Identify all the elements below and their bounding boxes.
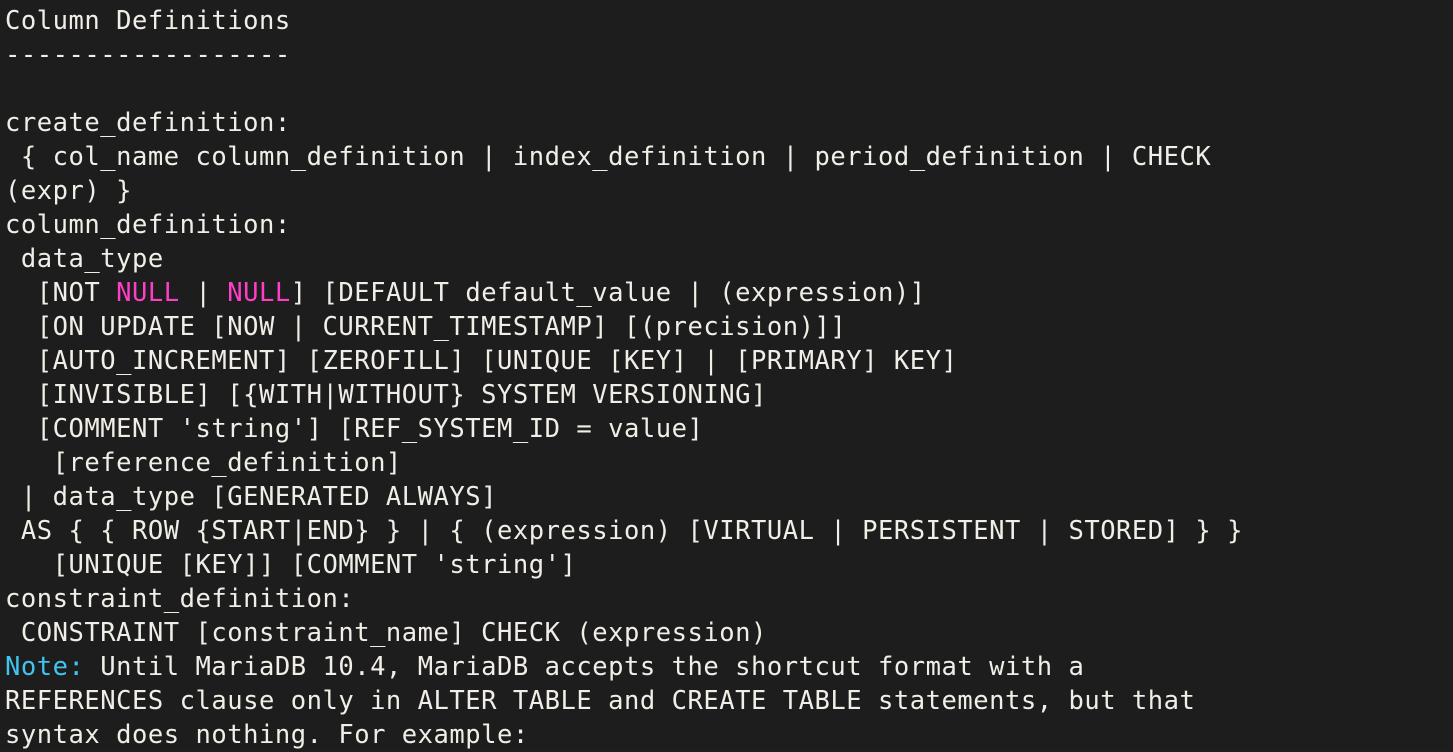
create-definition-body-line-1: { col_name column_definition | index_def…	[5, 142, 1212, 172]
null-clause-prefix: [NOT	[5, 278, 117, 308]
note-colon: :	[68, 652, 85, 682]
note-paragraph-line-2: REFERENCES clause only in ALTER TABLE an…	[5, 686, 1196, 716]
null-clause-separator: |	[179, 278, 228, 308]
column-definition-unique-comment-clause: [UNIQUE [KEY]] [COMMENT 'string']	[5, 550, 577, 580]
column-definition-label: column_definition:	[5, 210, 291, 240]
null-keyword-second: NULL	[227, 278, 291, 308]
section-heading-underline: ------------------	[5, 40, 291, 70]
column-definition-reference-clause: [reference_definition]	[5, 448, 402, 478]
create-definition-body-line-2: (expr) }	[5, 176, 132, 206]
column-definition-as-clause: AS { { ROW {START|END} } | { (expression…	[5, 516, 1244, 546]
note-keyword: Note	[5, 652, 69, 682]
constraint-definition-body: CONSTRAINT [constraint_name] CHECK (expr…	[5, 618, 767, 648]
null-clause-suffix: ] [DEFAULT default_value | (expression)]	[290, 278, 926, 308]
terminal-output-pane[interactable]: Column Definitions ------------------ cr…	[0, 0, 1453, 750]
create-definition-label: create_definition:	[5, 108, 291, 138]
column-definition-invisible-clause: [INVISIBLE] [{WITH|WITHOUT} SYSTEM VERSI…	[5, 380, 767, 410]
column-definition-data-type: data_type	[5, 244, 164, 274]
note-text-line-1: Until MariaDB 10.4, MariaDB accepts the …	[84, 652, 1085, 682]
note-paragraph-line-1: Note: Until MariaDB 10.4, MariaDB accept…	[5, 650, 1453, 684]
null-keyword-first: NULL	[116, 278, 180, 308]
column-definition-comment-clause: [COMMENT 'string'] [REF_SYSTEM_ID = valu…	[5, 414, 704, 444]
column-definition-auto-increment-clause: [AUTO_INCREMENT] [ZEROFILL] [UNIQUE [KEY…	[5, 346, 958, 376]
section-heading: Column Definitions	[5, 6, 291, 36]
column-definition-generated-clause: | data_type [GENERATED ALWAYS]	[5, 482, 498, 512]
constraint-definition-label: constraint_definition:	[5, 584, 355, 614]
column-definition-null-clause: [NOT NULL | NULL] [DEFAULT default_value…	[5, 276, 1453, 310]
note-paragraph-line-3: syntax does nothing. For example:	[5, 720, 529, 750]
column-definition-on-update-clause: [ON UPDATE [NOW | CURRENT_TIMESTAMP] [(p…	[5, 312, 847, 342]
